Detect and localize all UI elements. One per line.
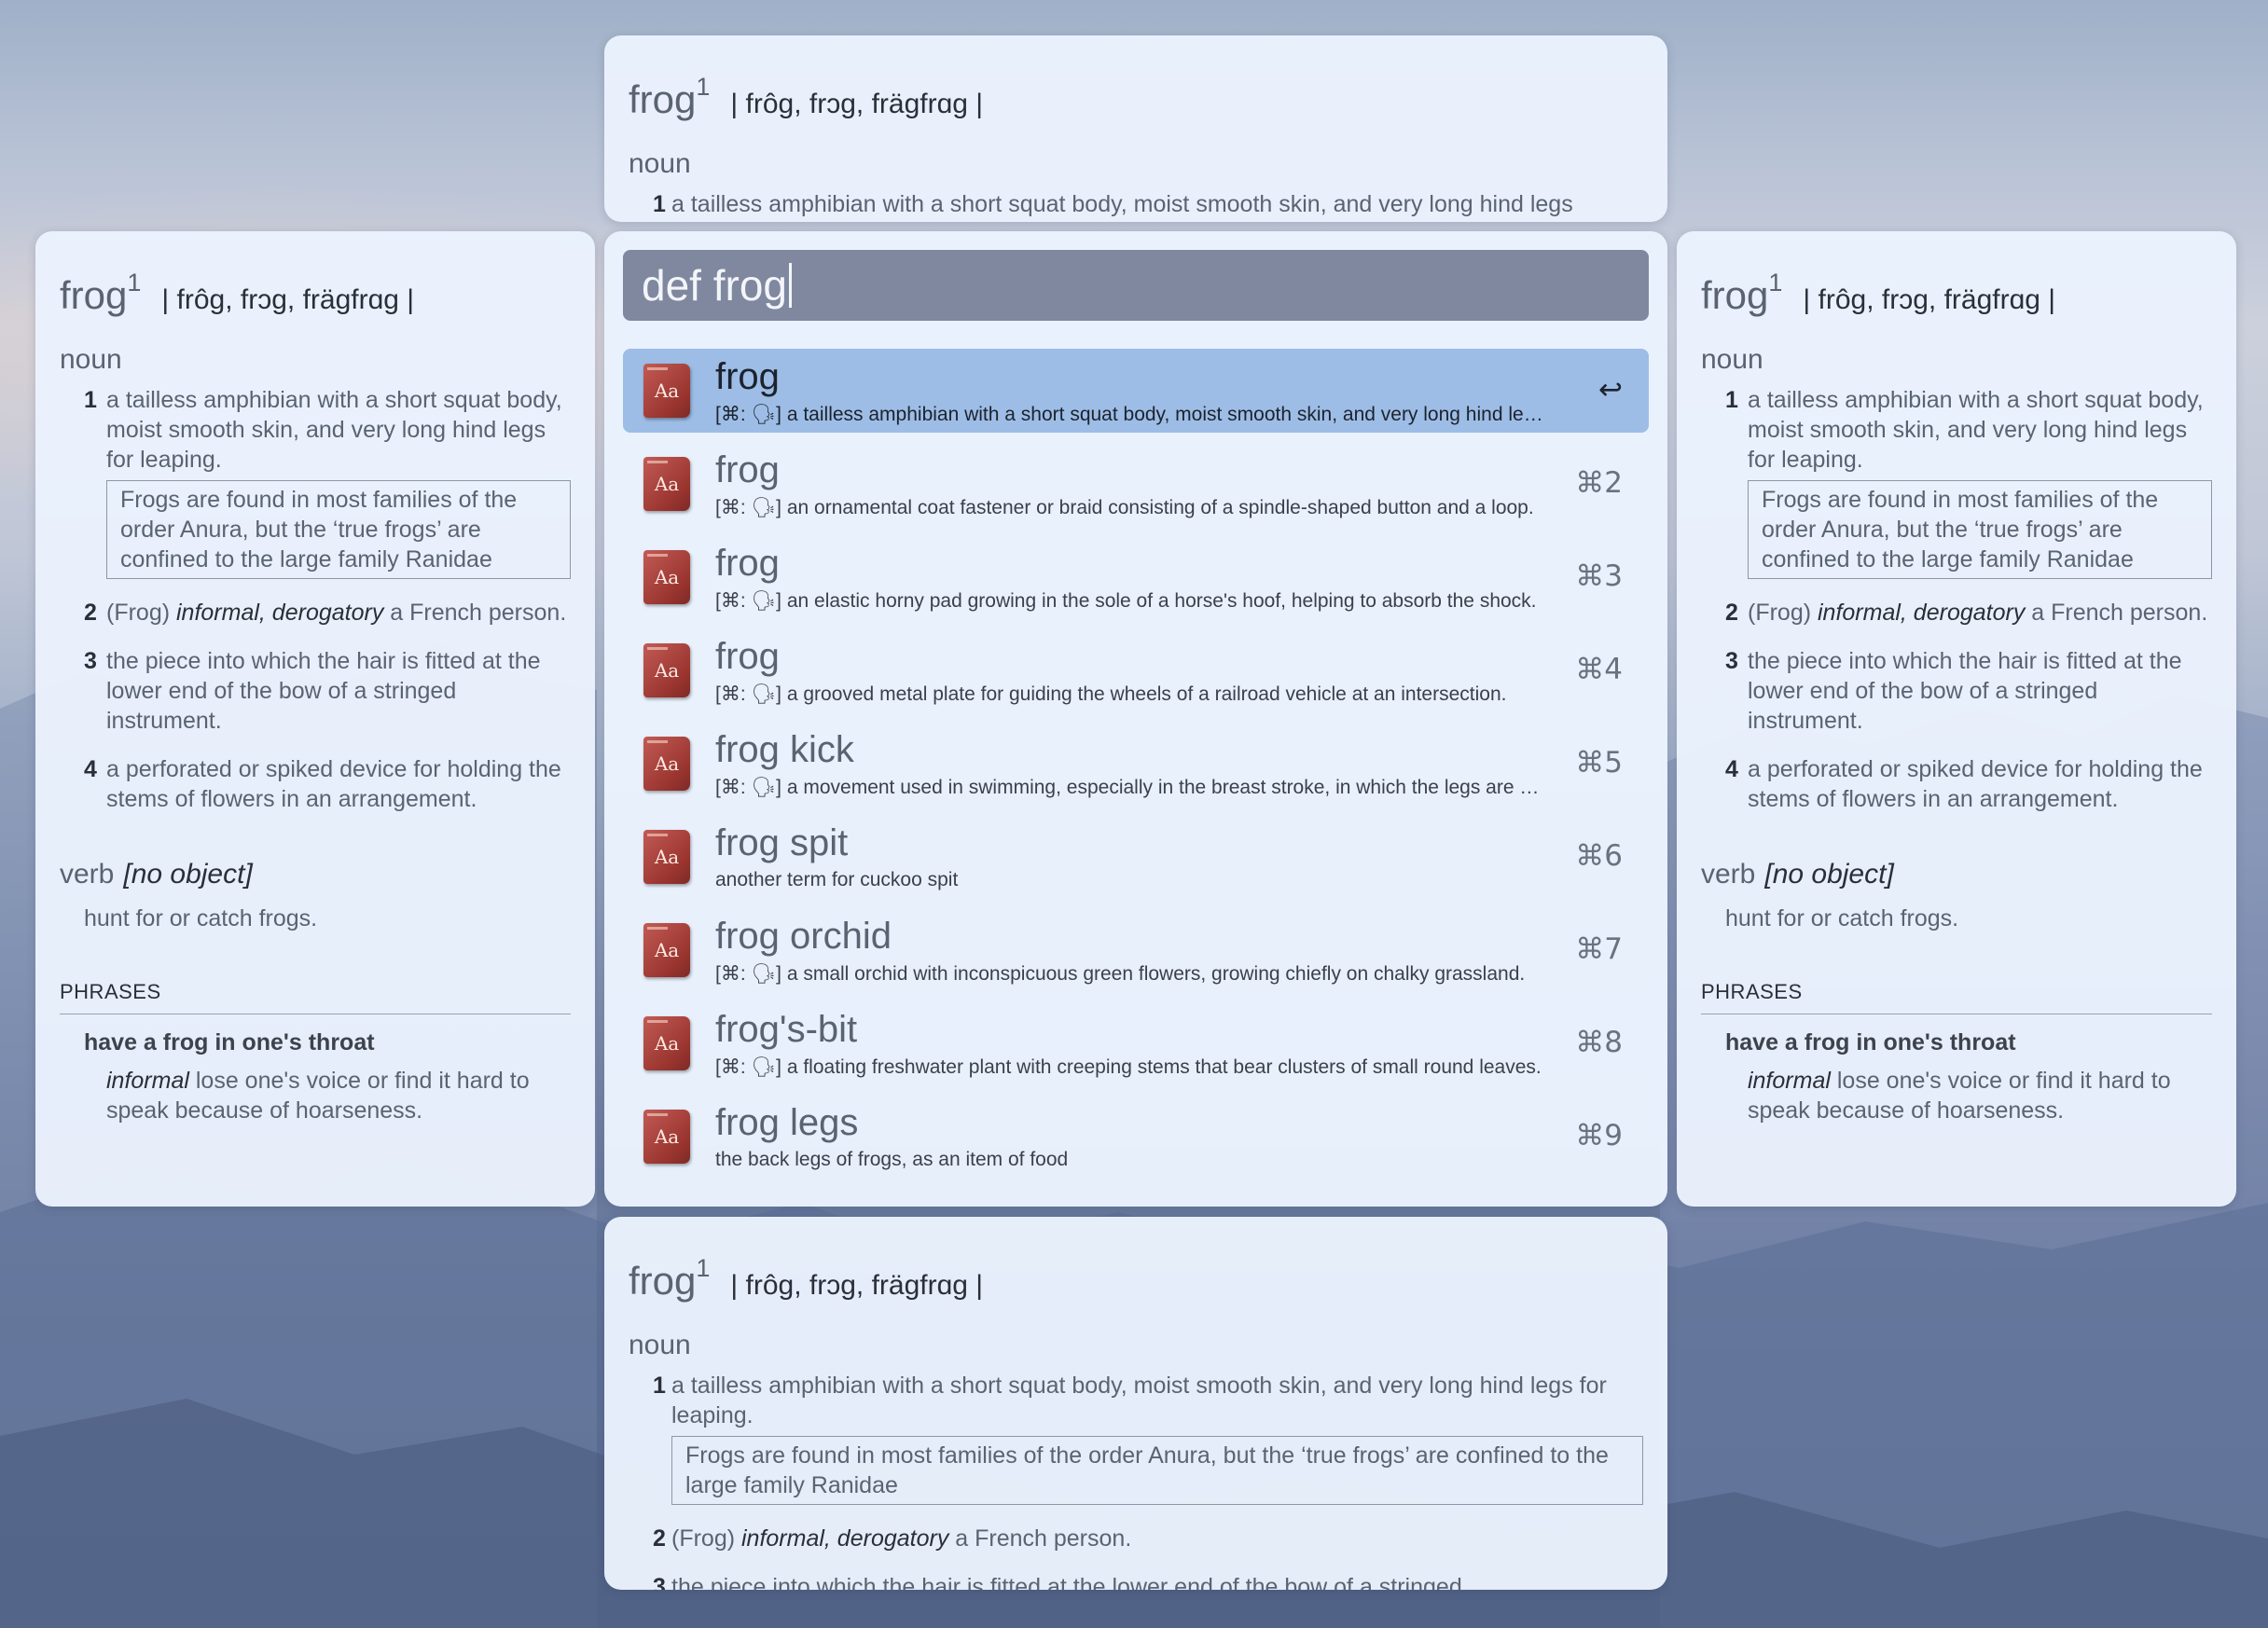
part-of-speech-noun: noun bbox=[629, 1330, 691, 1360]
definition-preview-top: frog1 | frôg, frɔg, frägfrɑg | noun 1a t… bbox=[604, 35, 1667, 222]
return-key-icon: ↩ bbox=[1598, 373, 1623, 407]
results-list: Aa frog [⌘: 🗣] a tailless amphibian with… bbox=[623, 349, 1649, 1188]
shortcut-key: ⌘8 bbox=[1575, 1026, 1623, 1059]
result-title: frog's-bit bbox=[715, 1009, 858, 1050]
result-subtitle: [⌘: 🗣] a small orchid with inconspicuous… bbox=[715, 963, 1526, 985]
part-of-speech-verb: verb [no object] bbox=[60, 859, 253, 890]
part-of-speech-noun: noun bbox=[60, 344, 122, 375]
result-item[interactable]: Aa frog kick [⌘: 🗣] a movement used in s… bbox=[623, 722, 1649, 806]
sense-3: 3 the piece into which the hair is fitted… bbox=[1725, 648, 2182, 734]
headword-row: frog1 | frôg, frɔg, frägfrɑg | bbox=[60, 269, 571, 318]
text-caret bbox=[789, 263, 792, 308]
verb-definition: hunt for or catch frogs. bbox=[84, 905, 318, 931]
part-of-speech-verb: verb [no object] bbox=[1701, 859, 1894, 890]
phrases-heading: PHRASES bbox=[60, 980, 571, 1014]
headword-row: frog1 | frôg, frɔg, frägfrɑg | bbox=[629, 1254, 1643, 1304]
sense-1: 1a tailless amphibian with a short squat… bbox=[629, 1371, 1643, 1505]
result-item[interactable]: Aa frog's-bit [⌘: 🗣] a floating freshwat… bbox=[623, 1001, 1649, 1085]
result-item[interactable]: Aa frog spit another term for cuckoo spi… bbox=[623, 815, 1649, 899]
phrase-definition: informal lose one's voice or find it har… bbox=[106, 1068, 530, 1124]
shortcut-key: ⌘2 bbox=[1575, 466, 1623, 500]
result-item-selected[interactable]: Aa frog [⌘: 🗣] a tailless amphibian with… bbox=[623, 349, 1649, 433]
pronunciation: | frôg, frɔg, frägfrɑg | bbox=[730, 89, 984, 119]
result-subtitle: [⌘: 🗣] an elastic horny pad growing in t… bbox=[715, 590, 1537, 612]
part-of-speech-noun: noun bbox=[629, 148, 691, 179]
dictionary-app-icon: Aa bbox=[643, 830, 690, 884]
verb-definition: hunt for or catch frogs. bbox=[1725, 905, 1959, 931]
result-item[interactable]: Aa frog [⌘: 🗣] an ornamental coat fasten… bbox=[623, 442, 1649, 526]
dictionary-app-icon: Aa bbox=[643, 457, 690, 511]
dictionary-app-icon: Aa bbox=[643, 737, 690, 791]
result-title: frog bbox=[715, 449, 780, 490]
result-subtitle: the back legs of frogs, as an item of fo… bbox=[715, 1149, 1069, 1170]
shortcut-key: ⌘3 bbox=[1575, 559, 1623, 593]
result-subtitle: [⌘: 🗣] a movement used in swimming, espe… bbox=[715, 777, 1545, 798]
result-item[interactable]: Aa frog [⌘: 🗣] an elastic horny pad grow… bbox=[623, 535, 1649, 619]
sense-2: 2 (Frog) informal, derogatory a French pe… bbox=[653, 1525, 1132, 1552]
usage-note: Frogs are found in most families of the … bbox=[1748, 480, 2212, 579]
phrases-heading: PHRASES bbox=[1701, 980, 2212, 1014]
result-item[interactable]: Aa frog [⌘: 🗣] a grooved metal plate for… bbox=[623, 628, 1649, 712]
definition-preview-bottom: frog1 | frôg, frɔg, frägfrɑg | noun 1a t… bbox=[604, 1217, 1667, 1590]
result-title: frog spit bbox=[715, 822, 849, 863]
sense-1: 1a tailless amphibian with a short squat… bbox=[60, 385, 571, 579]
result-subtitle: [⌘: 🗣] a tailless amphibian with a short… bbox=[715, 404, 1545, 425]
result-title: frog bbox=[715, 636, 780, 677]
sense-3: 3 the piece into which the hair is fitted… bbox=[653, 1574, 1462, 1590]
result-item[interactable]: Aa frog orchid [⌘: 🗣] a small orchid wit… bbox=[623, 908, 1649, 992]
phrase: have a frog in one's throat bbox=[84, 1029, 375, 1055]
sense-1: 1a tailless amphibian with a short squat… bbox=[653, 191, 1573, 217]
result-title: frog orchid bbox=[715, 916, 892, 957]
result-title: frog bbox=[715, 356, 780, 397]
shortcut-key: ⌘9 bbox=[1575, 1119, 1623, 1152]
headword-row: frog1 | frôg, frɔg, frägfrɑg | bbox=[1701, 269, 2212, 318]
sense-4: 4a perforated or spiked device for holdi… bbox=[84, 756, 561, 812]
headword: frog1 bbox=[1701, 269, 1783, 317]
pronunciation: | frôg, frɔg, frägfrɑg | bbox=[730, 1270, 984, 1301]
result-subtitle: [⌘: 🗣] an ornamental coat fastener or br… bbox=[715, 497, 1534, 518]
sense-4: 4a perforated or spiked device for holdi… bbox=[1725, 756, 2203, 812]
launcher-window: def frog Aa frog [⌘: 🗣] a tailless amphi… bbox=[604, 231, 1667, 1207]
result-title: frog bbox=[715, 543, 780, 584]
result-title: frog kick bbox=[715, 729, 854, 770]
result-subtitle: [⌘: 🗣] a grooved metal plate for guiding… bbox=[715, 683, 1507, 705]
dictionary-app-icon: Aa bbox=[643, 1016, 690, 1070]
search-query[interactable]: def frog bbox=[642, 260, 787, 310]
definition-preview-right: frog1 | frôg, frɔg, frägfrɑg | noun 1a t… bbox=[1677, 231, 2236, 1207]
shortcut-key: ⌘6 bbox=[1575, 839, 1623, 873]
phrase-definition: informal lose one's voice or find it har… bbox=[1748, 1068, 2171, 1124]
dictionary-app-icon: Aa bbox=[643, 550, 690, 604]
headword: frog1 bbox=[60, 269, 142, 317]
sense-3: 3 the piece into which the hair is fitted… bbox=[84, 648, 541, 734]
dictionary-app-icon: Aa bbox=[643, 923, 690, 977]
dictionary-app-icon: Aa bbox=[643, 643, 690, 697]
search-field[interactable]: def frog bbox=[623, 250, 1649, 321]
sense-2: 2 (Frog) informal, derogatory a French pe… bbox=[1725, 600, 2208, 626]
shortcut-key: ⌘5 bbox=[1575, 746, 1623, 780]
shortcut-key: ⌘4 bbox=[1575, 653, 1623, 686]
result-subtitle: [⌘: 🗣] a floating freshwater plant with … bbox=[715, 1056, 1542, 1078]
dictionary-app-icon: Aa bbox=[643, 364, 690, 418]
headword: frog1 bbox=[629, 1254, 711, 1303]
result-item[interactable]: Aa frog legs the back legs of frogs, as … bbox=[623, 1095, 1649, 1179]
pronunciation: | frôg, frɔg, frägfrɑg | bbox=[161, 284, 415, 315]
result-title: frog legs bbox=[715, 1102, 859, 1143]
dictionary-app-icon: Aa bbox=[643, 1110, 690, 1164]
phrase: have a frog in one's throat bbox=[1725, 1029, 2016, 1055]
result-subtitle: another term for cuckoo spit bbox=[715, 869, 959, 890]
headword: frog1 bbox=[629, 73, 711, 121]
usage-note: Frogs are found in most families of the … bbox=[106, 480, 571, 579]
headword-row: frog1 | frôg, frɔg, frägfrɑg | bbox=[629, 73, 1643, 122]
part-of-speech-noun: noun bbox=[1701, 344, 1763, 375]
usage-note: Frogs are found in most families of the … bbox=[671, 1436, 1643, 1505]
sense-1: 1a tailless amphibian with a short squat… bbox=[1701, 385, 2212, 579]
sense-2: 2 (Frog) informal, derogatory a French pe… bbox=[84, 600, 567, 626]
pronunciation: | frôg, frɔg, frägfrɑg | bbox=[1803, 284, 2056, 315]
shortcut-key: ⌘7 bbox=[1575, 932, 1623, 966]
definition-preview-left: frog1 | frôg, frɔg, frägfrɑg | noun 1a t… bbox=[35, 231, 595, 1207]
